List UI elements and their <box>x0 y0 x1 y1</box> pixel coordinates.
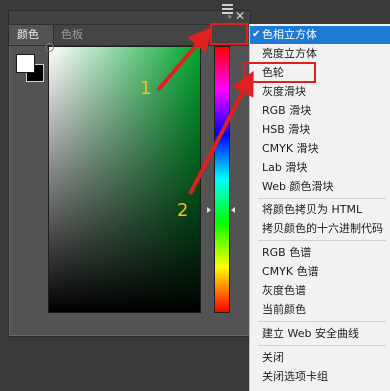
menu-item-copy-as-html[interactable]: 将颜色拷贝为 HTML <box>250 201 390 219</box>
menu-separator <box>258 240 386 241</box>
menu-separator <box>258 198 386 199</box>
panel-menu-icon[interactable] <box>222 4 233 14</box>
checkmark-icon: ✔ <box>252 29 261 40</box>
hue-slider-right-handle[interactable] <box>231 207 235 213</box>
hue-slider-left-handle[interactable] <box>207 207 211 213</box>
menu-item-hsb-slider[interactable]: HSB 滑块 <box>250 121 390 139</box>
menu-item-rgb-slider[interactable]: RGB 滑块 <box>250 102 390 120</box>
menu-item-brightness-cube[interactable]: 亮度立方体 <box>250 45 390 63</box>
menu-item-make-web-safe-ramp[interactable]: 建立 Web 安全曲线 <box>250 325 390 343</box>
tab-color[interactable]: 颜色 <box>9 25 54 45</box>
color-wheel-highlight-box <box>243 62 316 83</box>
tab-swatches[interactable]: 色板 <box>53 25 91 45</box>
menu-item-lab-slider[interactable]: Lab 滑块 <box>250 159 390 177</box>
menu-item-cmyk-spectrum[interactable]: CMYK 色谱 <box>250 263 390 281</box>
panel-menu-highlight-box <box>210 23 248 45</box>
foreground-color-swatch[interactable] <box>16 54 35 73</box>
menu-item-current-colors[interactable]: 当前颜色 <box>250 301 390 319</box>
step-number-1: 1 <box>140 78 152 99</box>
menu-item-web-color-slider[interactable]: Web 颜色滑块 <box>250 178 390 196</box>
menu-separator <box>258 321 386 322</box>
step-number-2: 2 <box>177 200 189 221</box>
menu-item-rgb-spectrum[interactable]: RGB 色谱 <box>250 244 390 262</box>
menu-separator <box>258 345 386 346</box>
menu-item-close[interactable]: 关闭 <box>250 349 390 367</box>
menu-item-hue-cube[interactable]: ✔ 色相立方体 <box>250 26 390 44</box>
close-icon[interactable]: ✕ <box>235 10 245 23</box>
hue-slider[interactable] <box>214 46 230 313</box>
menu-item-close-tab-group[interactable]: 关闭选项卡组 <box>250 368 390 386</box>
menu-item-cmyk-slider[interactable]: CMYK 滑块 <box>250 140 390 158</box>
menu-item-grayscale-ramp[interactable]: 灰度色谱 <box>250 282 390 300</box>
menu-item-grayscale-slider[interactable]: 灰度滑块 <box>250 83 390 101</box>
color-field[interactable] <box>45 43 201 313</box>
color-field-marker[interactable] <box>45 43 54 52</box>
menu-item-copy-hex-code[interactable]: 拷贝颜色的十六进制代码 <box>250 220 390 238</box>
